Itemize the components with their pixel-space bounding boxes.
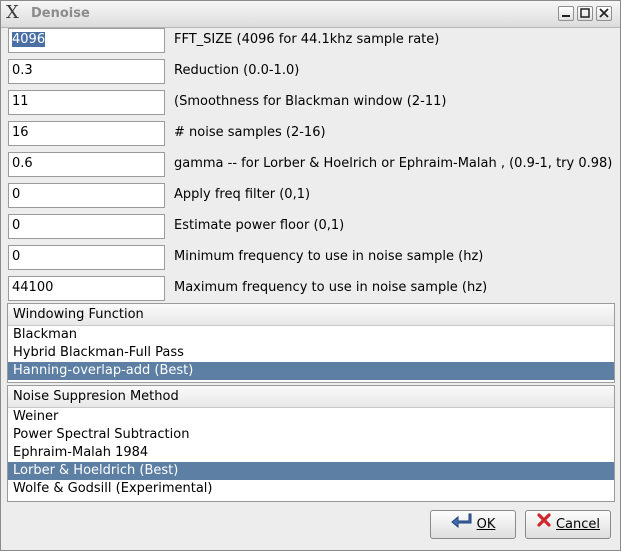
cancel-button[interactable]: Cancel	[525, 510, 611, 539]
maximize-icon	[580, 8, 590, 18]
minimize-button[interactable]	[558, 6, 574, 21]
fft-size-input[interactable]: 4096	[8, 28, 165, 53]
cancel-x-icon	[536, 511, 552, 538]
min-freq-input[interactable]: 0	[8, 245, 165, 270]
gamma-input[interactable]: 0.6	[8, 152, 165, 177]
enter-arrow-icon	[450, 511, 473, 538]
ok-button[interactable]: OK	[430, 510, 516, 539]
x-app-icon: X	[6, 2, 19, 23]
gamma-label: gamma -- for Lorber & Hoelrich or Ephrai…	[174, 156, 613, 171]
list-item[interactable]: Hanning-overlap-add (Best)	[8, 362, 614, 380]
noise-suppression-header[interactable]: Noise Suppresion Method	[8, 386, 614, 408]
noise-suppression-list: Noise Suppresion Method Weiner Power Spe…	[7, 385, 615, 502]
power-floor-label: Estimate power floor (0,1)	[174, 218, 345, 233]
ok-label: OK	[476, 517, 496, 532]
close-icon	[599, 8, 609, 18]
list-item[interactable]: Blackman	[8, 326, 614, 344]
cancel-label: Cancel	[555, 517, 601, 532]
min-freq-label: Minimum frequency to use in noise sample…	[174, 249, 484, 264]
title-bar[interactable]: X Denoise	[1, 1, 620, 28]
window-title: Denoise	[31, 6, 90, 21]
windowing-function-header[interactable]: Windowing Function	[8, 304, 614, 326]
reduction-label: Reduction (0.0-1.0)	[174, 63, 300, 78]
freq-filter-input[interactable]: 0	[8, 183, 165, 208]
freq-filter-label: Apply freq filter (0,1)	[174, 187, 311, 202]
noise-samples-input[interactable]: 16	[8, 121, 165, 146]
list-item[interactable]: Weiner	[8, 408, 614, 426]
close-button[interactable]	[596, 6, 612, 21]
windowing-function-list: Windowing Function Blackman Hybrid Black…	[7, 303, 615, 383]
smoothness-label: (Smoothness for Blackman window (2-11)	[174, 94, 447, 109]
reduction-input[interactable]: 0.3	[8, 59, 165, 84]
list-item[interactable]: Lorber & Hoeldrich (Best)	[8, 462, 614, 480]
list-item[interactable]: Ephraim-Malah 1984	[8, 444, 614, 462]
fft-size-value: 4096	[12, 32, 46, 47]
smoothness-input[interactable]: 11	[8, 90, 165, 115]
list-item[interactable]: Power Spectral Subtraction	[8, 426, 614, 444]
noise-samples-label: # noise samples (2-16)	[174, 125, 326, 140]
power-floor-input[interactable]: 0	[8, 214, 165, 239]
fft-size-label: FFT_SIZE (4096 for 44.1khz sample rate)	[174, 32, 440, 47]
max-freq-input[interactable]: 44100	[8, 276, 165, 301]
max-freq-label: Maximum frequency to use in noise sample…	[174, 280, 488, 295]
list-item[interactable]: Hybrid Blackman-Full Pass	[8, 344, 614, 362]
list-item[interactable]: Wolfe & Godsill (Experimental)	[8, 480, 614, 498]
minimize-icon	[562, 15, 570, 17]
maximize-button[interactable]	[577, 6, 593, 21]
denoise-dialog: X Denoise 4096 FFT_SIZE (4096 for 44.1kh…	[0, 0, 621, 551]
